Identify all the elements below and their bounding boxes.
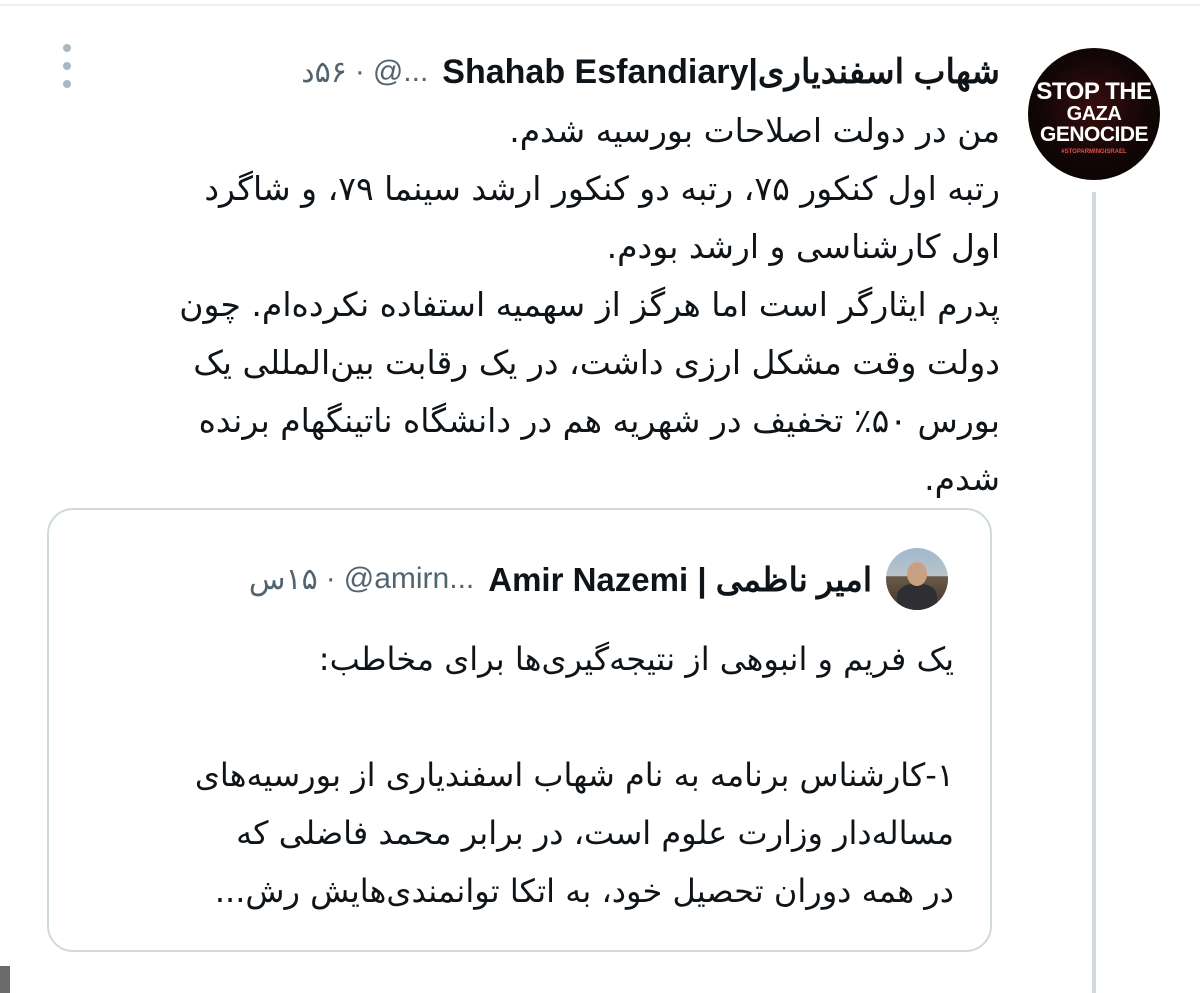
quoted-tweet-line: در همه دوران تحصیل خود، به اتکا توانمندی… xyxy=(214,872,954,910)
avatar-text-line3: GENOCIDE xyxy=(1039,122,1149,146)
quoted-tweet-text: یک فریم و انبوهی از نتیجه‌گیری‌ها برای م… xyxy=(84,630,954,920)
tweet-line: شدم. xyxy=(924,459,1000,498)
quoted-tweet-timestamp[interactable]: ۱۵س xyxy=(249,562,318,597)
tweet-line: من در دولت اصلاحات بورسیه شدم. xyxy=(509,111,1000,150)
quoted-author-name[interactable]: امیر ناظمی | Amir Nazemi xyxy=(488,560,872,599)
tweet-text: من در دولت اصلاحات بورسیه شدم. رتبه اول … xyxy=(60,102,1000,508)
tweet-line: پدرم ایثارگر است اما هرگز از سهمیه استفا… xyxy=(179,285,1000,324)
avatar-text-line1: STOP THE xyxy=(1036,77,1152,105)
quoted-header-separator: · xyxy=(325,562,336,595)
author-handle[interactable]: @... xyxy=(373,55,428,89)
tweet-line: بورس ۵۰٪ تخفیف در شهریه هم در دانشگاه نا… xyxy=(198,401,1000,440)
quoted-tweet-header: امیر ناظمی | Amir Nazemi @amirn... · ۱۵س xyxy=(112,554,872,604)
top-divider xyxy=(0,4,1200,6)
quoted-author-avatar[interactable] xyxy=(886,548,948,610)
header-separator: · xyxy=(354,55,365,88)
avatar-tag: #STOPARMINGISRAEL xyxy=(1061,148,1127,155)
author-avatar[interactable]: STOP THE GAZA GENOCIDE #STOPARMINGISRAEL xyxy=(1028,48,1160,180)
quoted-author-handle[interactable]: @amirn... xyxy=(344,562,474,596)
quoted-tweet-line xyxy=(84,688,954,746)
quoted-tweet-line: یک فریم و انبوهی از نتیجه‌گیری‌ها برای م… xyxy=(318,640,954,678)
thread-line xyxy=(1092,192,1096,993)
tweet-line: دولت وقت مشکل ارزی داشت، در یک رقابت بین… xyxy=(193,343,1000,382)
quoted-tweet-line: ۱-کارشناس برنامه به نام شهاب اسفندیاری ا… xyxy=(194,756,954,794)
tweet-line: اول کارشناسی و ارشد بودم. xyxy=(606,227,1000,266)
tweet-page: STOP THE GAZA GENOCIDE #STOPARMINGISRAEL… xyxy=(0,0,1200,993)
tweet-header: شهاب اسفندیاری|Shahab Esfandiary @... · … xyxy=(100,44,1000,100)
tweet-timestamp[interactable]: ۵۶د xyxy=(301,55,347,90)
quoted-tweet-line: مساله‌دار وزارت علوم است، در برابر محمد … xyxy=(236,814,954,852)
quoted-tweet-card[interactable]: امیر ناظمی | Amir Nazemi @amirn... · ۱۵س… xyxy=(47,508,992,952)
scroll-indicator xyxy=(0,966,10,993)
author-name[interactable]: شهاب اسفندیاری|Shahab Esfandiary xyxy=(442,52,1000,92)
tweet-line: رتبه اول کنکور ۷۵، رتبه دو کنکور ارشد سی… xyxy=(204,169,1000,208)
more-options-icon[interactable] xyxy=(60,44,74,88)
avatar-text-line2: GAZA xyxy=(1066,102,1122,125)
